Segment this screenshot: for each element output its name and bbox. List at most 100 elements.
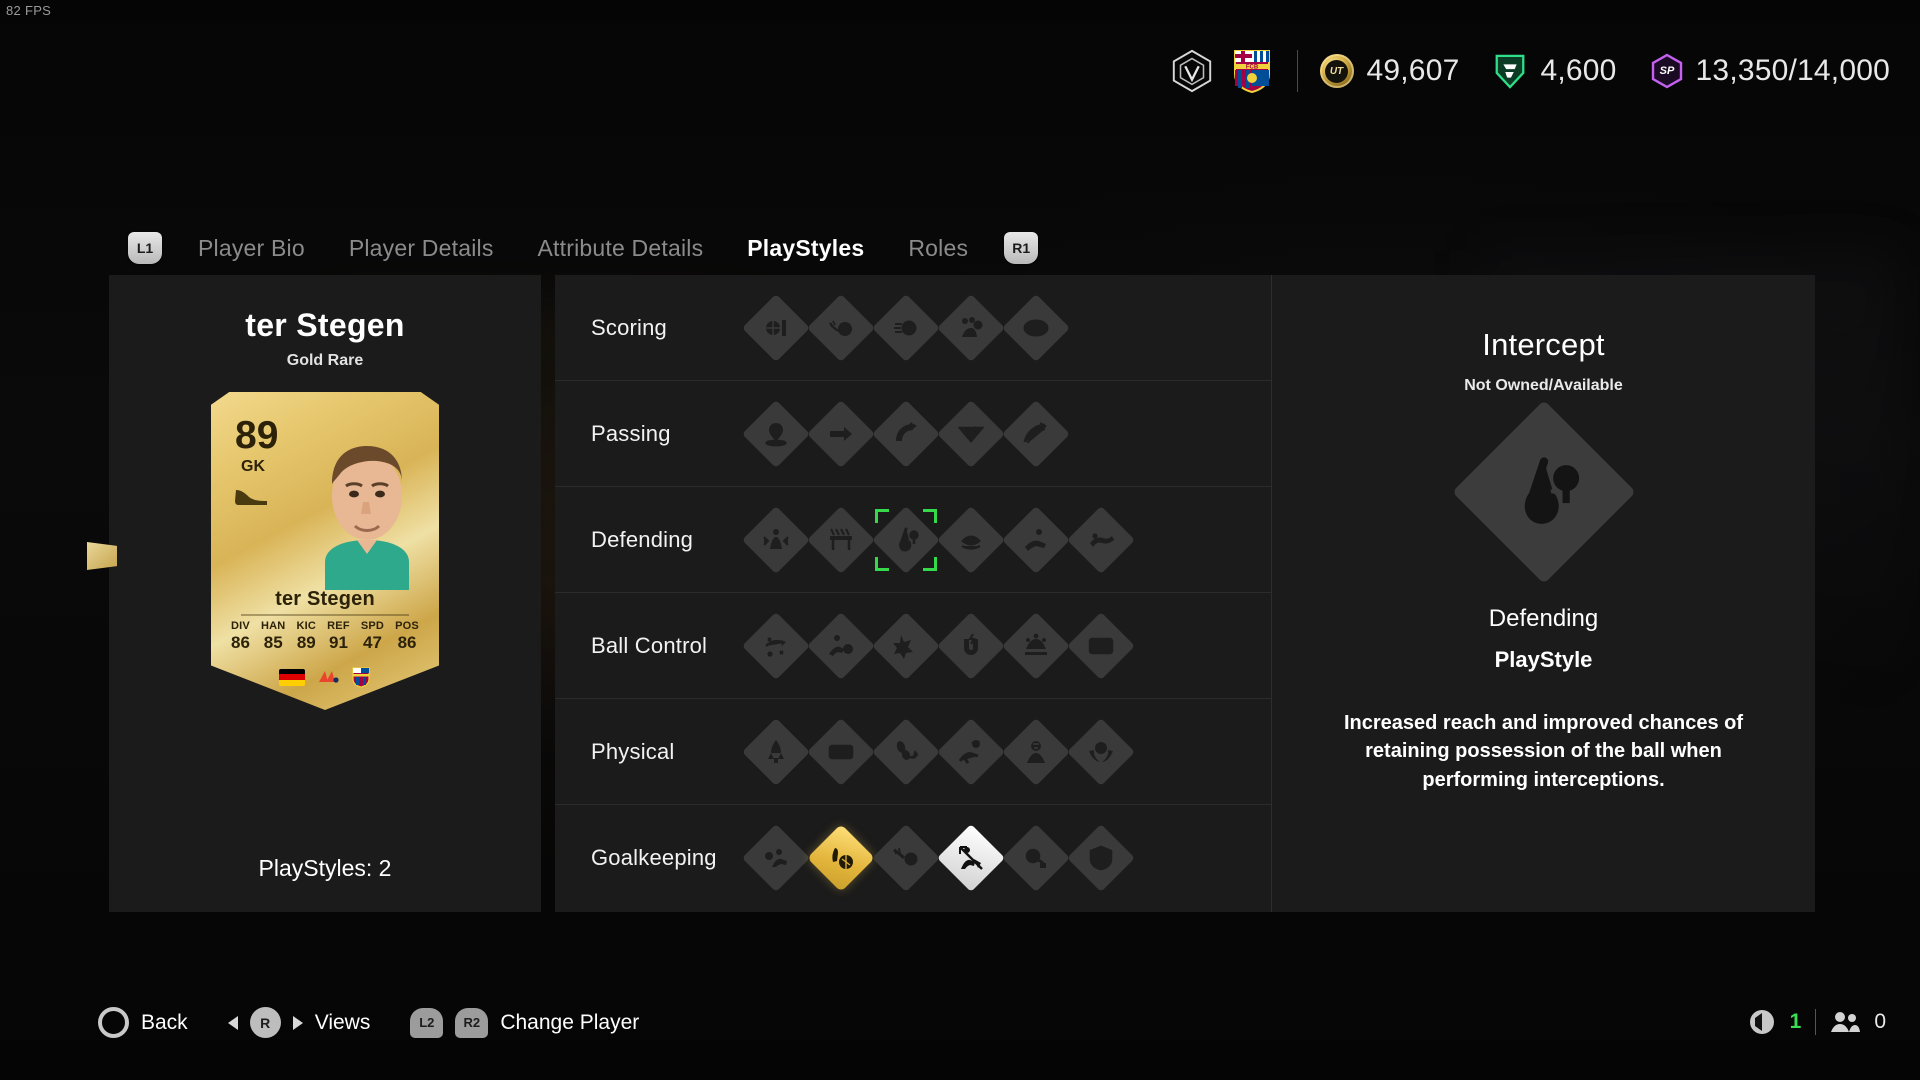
game-screen: 82 FPS FCB UT 49,607 4,600 SP 13,350/14,… bbox=[0, 0, 1920, 1080]
playstyle-trivela[interactable] bbox=[871, 712, 940, 792]
stat-key: SPD bbox=[360, 620, 385, 632]
card-corner-tag bbox=[87, 542, 117, 570]
playstyle-pinged-pass[interactable] bbox=[741, 394, 810, 474]
playstyle-power-header[interactable] bbox=[1001, 288, 1070, 368]
playstyle-far-throw[interactable] bbox=[936, 818, 1005, 898]
category-row-ball-control: Ball Control bbox=[555, 593, 1271, 699]
currency-fc-points[interactable]: 4,600 bbox=[1493, 53, 1616, 89]
chip-shot-icon bbox=[806, 293, 875, 362]
card-meta-row bbox=[211, 666, 439, 688]
playstyle-flair[interactable] bbox=[806, 606, 875, 686]
playstyle-long-throw[interactable] bbox=[1066, 712, 1135, 792]
chevron-right-icon bbox=[292, 1015, 303, 1030]
tab-roles[interactable]: Roles bbox=[886, 235, 990, 262]
rapid-icon bbox=[936, 611, 1005, 680]
badge-group: FCB bbox=[1169, 48, 1275, 94]
right-bumper-badge[interactable]: R1 bbox=[1004, 232, 1039, 264]
left-bumper-badge[interactable]: L1 bbox=[128, 232, 162, 264]
playstyle-first-touch[interactable] bbox=[741, 606, 810, 686]
playstyle-tiki-taka[interactable] bbox=[936, 394, 1005, 474]
footer-divider bbox=[1815, 1009, 1817, 1035]
playstyle-acrobatic[interactable] bbox=[741, 712, 810, 792]
svg-text:SP: SP bbox=[1659, 65, 1674, 77]
action-views[interactable]: R Views bbox=[227, 1007, 370, 1038]
action-back[interactable]: Back bbox=[98, 1007, 188, 1038]
block-icon bbox=[741, 505, 810, 574]
icon-strip-ball-control bbox=[741, 606, 1135, 686]
right-stick-icon: R bbox=[249, 1007, 281, 1038]
playstyle-rapid[interactable] bbox=[936, 606, 1005, 686]
laliga-logo-icon bbox=[319, 671, 339, 683]
first-touch-icon bbox=[741, 611, 810, 680]
footer-status: 1 0 bbox=[1748, 1008, 1886, 1036]
playstyle-quick-reflexes[interactable] bbox=[1066, 818, 1135, 898]
playstyle-cross-claimer[interactable] bbox=[806, 818, 875, 898]
card-stat-div: DIV 86 bbox=[231, 620, 250, 653]
acrobatic-icon bbox=[741, 717, 810, 786]
playstyle-block[interactable] bbox=[741, 500, 810, 580]
playstyle-finesse-shot[interactable] bbox=[741, 288, 810, 368]
card-stat-spd: SPD 47 bbox=[361, 620, 384, 653]
stat-value: 89 bbox=[296, 633, 316, 652]
fps-counter: 82 FPS bbox=[6, 3, 52, 18]
playstyle-power-shot[interactable] bbox=[871, 288, 940, 368]
footer-action-bar: Back R Views L2 R2 Change Player bbox=[98, 1007, 679, 1038]
circle-button-icon bbox=[98, 1007, 129, 1038]
playstyle-intercept[interactable] bbox=[871, 500, 940, 580]
action-back-label: Back bbox=[141, 1010, 188, 1034]
tab-playstyles[interactable]: PlayStyles bbox=[725, 235, 886, 262]
playstyle-quick-step[interactable] bbox=[1001, 712, 1070, 792]
playstyle-footwork[interactable] bbox=[741, 818, 810, 898]
hud-top-bar: FCB UT 49,607 4,600 SP 13,350/14,000 bbox=[1169, 48, 1891, 94]
category-row-defending: Defending bbox=[555, 487, 1271, 593]
playstyle-whipped-pass[interactable] bbox=[1001, 394, 1070, 474]
player-name: ter Stegen bbox=[245, 307, 405, 343]
fc-barcelona-crest-icon: FCB bbox=[1233, 50, 1270, 94]
playstyle-aerial[interactable] bbox=[806, 712, 875, 792]
card-stat-han: HAN 85 bbox=[261, 620, 285, 653]
card-stats-row: DIV 86 HAN 85 KIC 89 REF 91 SPD 47 POS 8… bbox=[225, 620, 425, 653]
tab-attribute-details[interactable]: Attribute Details bbox=[516, 235, 726, 262]
player-card-wrap: 89 GK ter Stegen DIV 86 HAN 85 KIC 89 RE… bbox=[87, 392, 541, 710]
stat-value: 85 bbox=[263, 633, 283, 652]
card-stat-kic: KIC 89 bbox=[297, 620, 317, 653]
currency-ut-coins[interactable]: UT 49,607 bbox=[1319, 54, 1460, 88]
playstyle-technical[interactable] bbox=[1001, 606, 1070, 686]
playstyle-bruiser[interactable] bbox=[806, 500, 875, 580]
playstyle-long-ball-pass[interactable] bbox=[871, 394, 940, 474]
fc-points-icon bbox=[1496, 54, 1525, 89]
tab-player-details[interactable]: Player Details bbox=[327, 235, 516, 262]
whipped-pass-icon bbox=[1001, 399, 1070, 468]
sp-points-icon: SP bbox=[1651, 53, 1682, 89]
speaker-icon bbox=[1749, 1010, 1774, 1034]
playstyle-relentless[interactable] bbox=[936, 712, 1005, 792]
action-change-player[interactable]: L2 R2 Change Player bbox=[410, 1007, 639, 1038]
playstyle-press-proven[interactable] bbox=[871, 606, 940, 686]
chevron-left-icon bbox=[227, 1015, 238, 1030]
stat-key: POS bbox=[395, 620, 419, 632]
playstyle-jockey[interactable] bbox=[936, 500, 1005, 580]
icon-strip-physical bbox=[741, 712, 1135, 792]
playstyle-dead-ball[interactable] bbox=[936, 288, 1005, 368]
playstyle-chip-shot[interactable] bbox=[806, 288, 875, 368]
playstyle-slide-tackle[interactable] bbox=[1001, 500, 1070, 580]
playstyle-far-reach[interactable] bbox=[1001, 818, 1070, 898]
icon-strip-passing bbox=[741, 394, 1070, 474]
aerial-icon bbox=[806, 717, 875, 786]
audio-count: 1 bbox=[1789, 1010, 1802, 1033]
card-position: GK bbox=[241, 458, 265, 475]
long-throw-icon bbox=[1066, 717, 1135, 786]
playstyle-incisive-pass[interactable] bbox=[806, 394, 875, 474]
playstyle-rush-out[interactable] bbox=[871, 818, 940, 898]
playstyle-anticipate[interactable] bbox=[1066, 500, 1135, 580]
playstyle-detail-panel: Intercept Not Owned/Available Defending … bbox=[1272, 275, 1815, 912]
germany-flag-icon bbox=[279, 668, 305, 686]
stat-value: 86 bbox=[231, 633, 250, 652]
currency-sp-points[interactable]: SP 13,350/14,000 bbox=[1651, 53, 1890, 89]
playstyle-trickster[interactable] bbox=[1066, 606, 1135, 686]
tab-player-bio[interactable]: Player Bio bbox=[176, 235, 327, 262]
ut-coin-icon: UT bbox=[1319, 54, 1354, 88]
quick-step-icon bbox=[1001, 717, 1070, 786]
category-label-goalkeeping: Goalkeeping bbox=[591, 845, 717, 870]
player-card[interactable]: 89 GK ter Stegen DIV 86 HAN 85 KIC 89 RE… bbox=[211, 392, 439, 710]
